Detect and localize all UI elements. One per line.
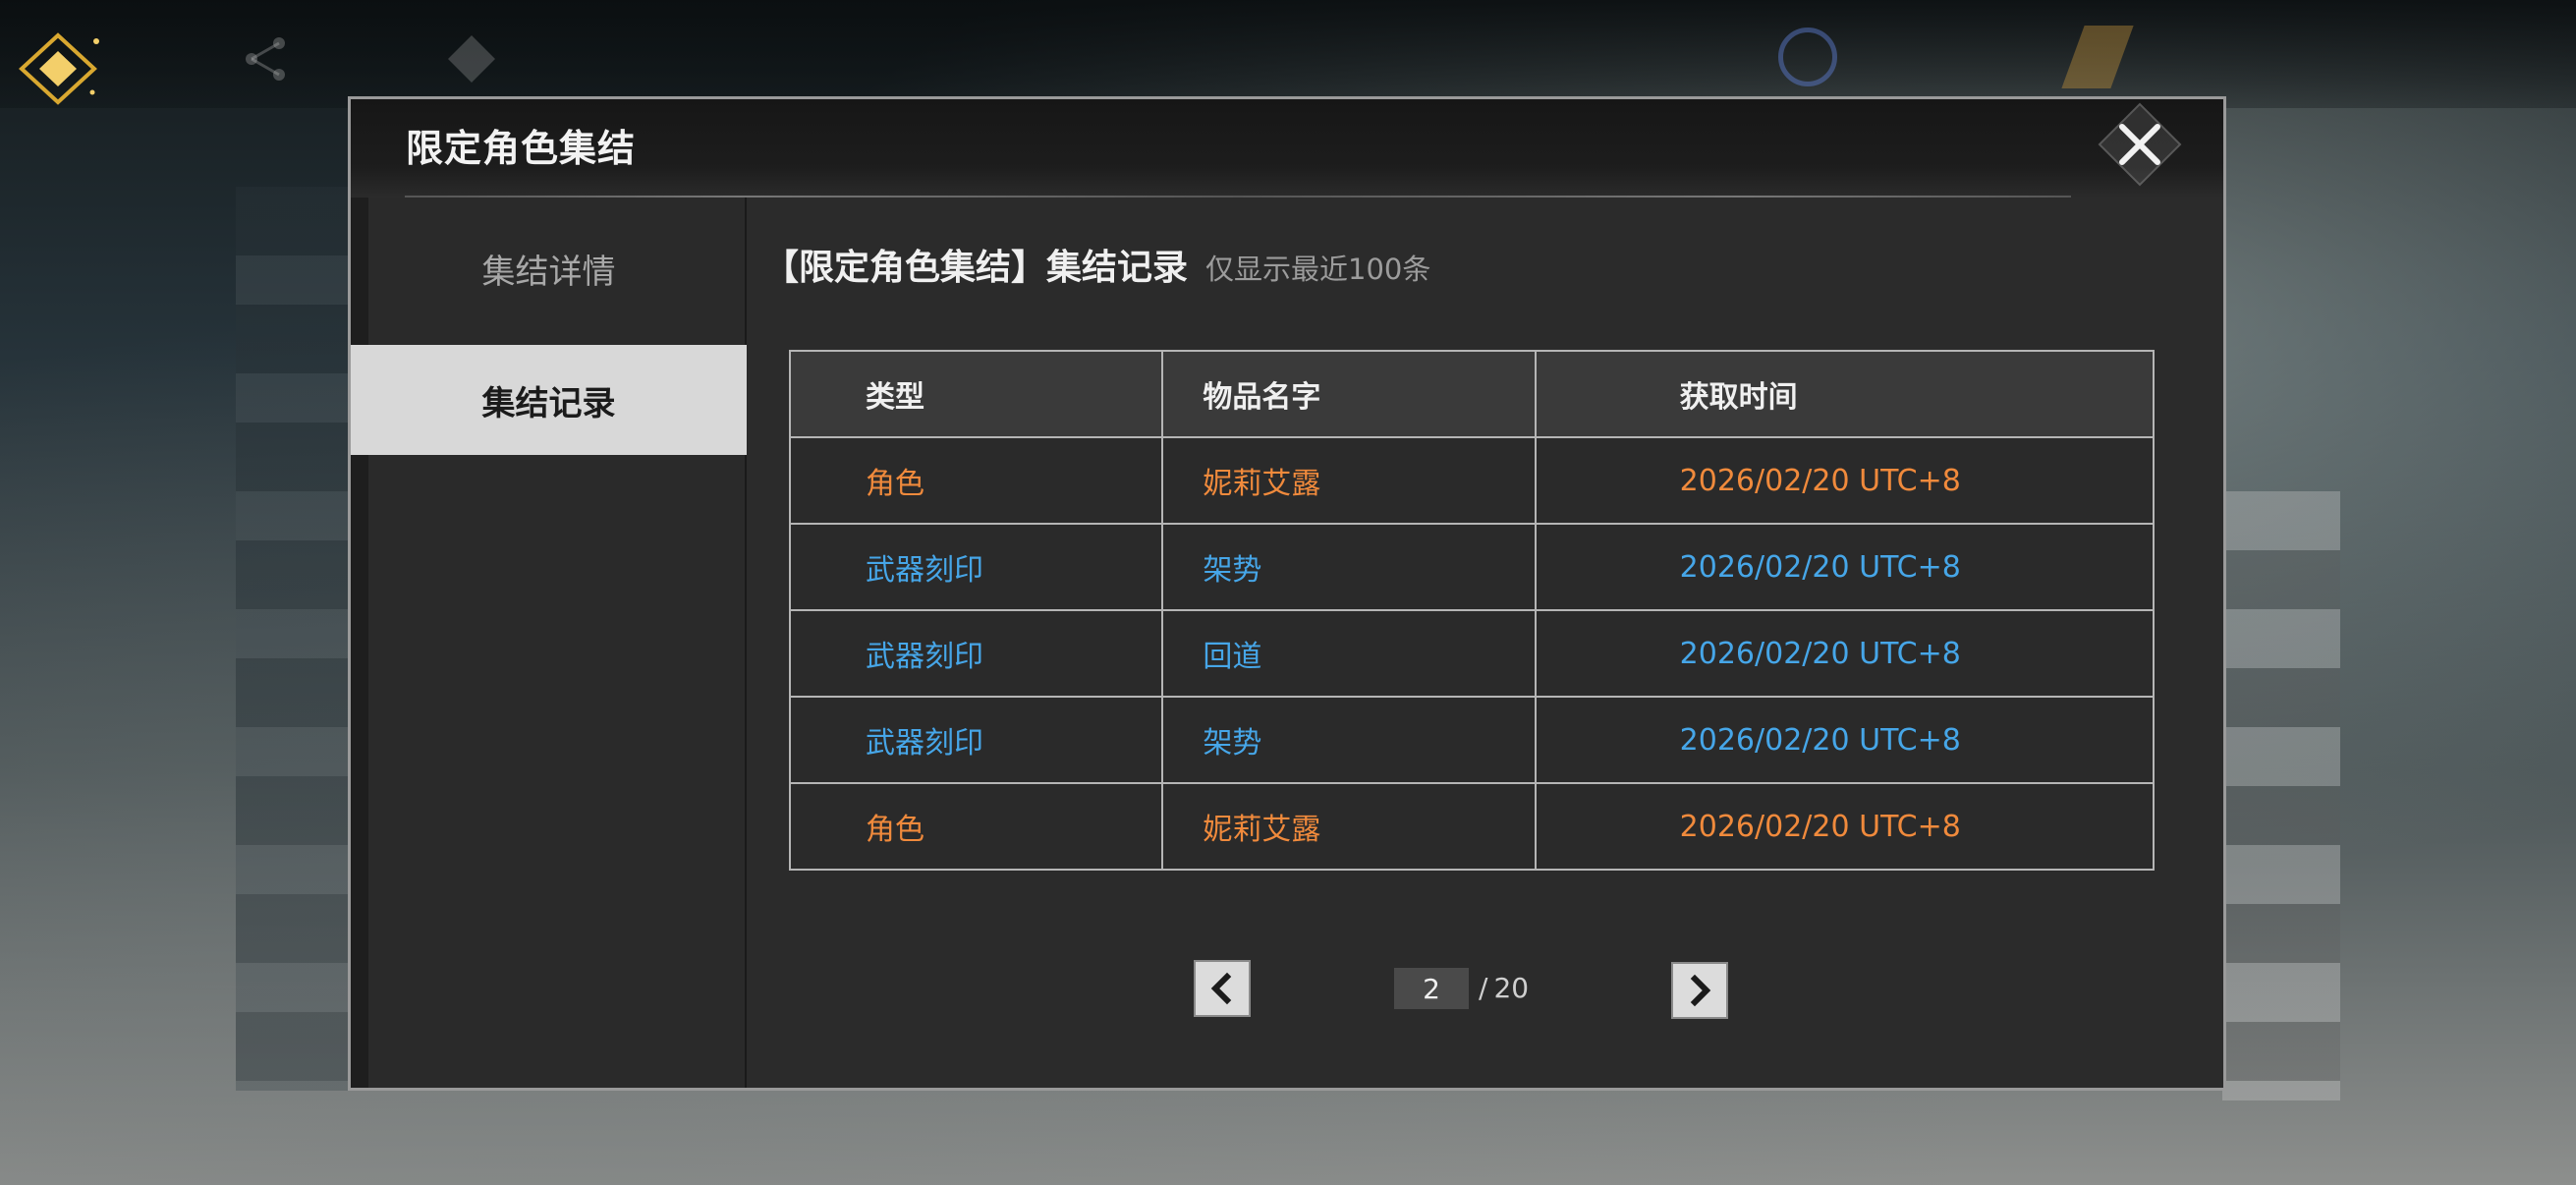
next-page-button[interactable] xyxy=(1671,962,1728,1019)
column-header-time: 获取时间 xyxy=(1534,350,2156,438)
records-note: 仅显示最近100条 xyxy=(1205,253,1431,286)
cell-item-name: 妮莉艾露 xyxy=(1161,782,1537,871)
cell-item-name: 架势 xyxy=(1161,523,1537,611)
cell-type: 武器刻印 xyxy=(788,609,1164,698)
page-total-count: 20 xyxy=(1493,972,1530,1004)
cell-item-name: 回道 xyxy=(1161,609,1537,698)
top-bar xyxy=(0,0,2576,108)
close-icon xyxy=(2119,124,2160,165)
cell-type: 角色 xyxy=(788,782,1164,871)
cell-time: 2026/02/20 UTC+8 xyxy=(1534,782,2156,871)
cell-type: 角色 xyxy=(788,436,1164,525)
cell-time: 2026/02/20 UTC+8 xyxy=(1534,696,2156,784)
cell-time: 2026/02/20 UTC+8 xyxy=(1534,609,2156,698)
background-panel xyxy=(2222,491,2340,1100)
cell-time: 2026/02/20 UTC+8 xyxy=(1534,436,2156,525)
cell-time: 2026/02/20 UTC+8 xyxy=(1534,523,2156,611)
table-row: 武器刻印 架势 2026/02/20 UTC+8 xyxy=(788,523,2156,611)
modal-title: 限定角色集结 xyxy=(406,126,637,170)
share-icon[interactable] xyxy=(236,29,295,88)
page-total: /20 xyxy=(1479,968,1529,1009)
table-row: 角色 妮莉艾露 2026/02/20 UTC+8 xyxy=(788,782,2156,871)
modal-header: 限定角色集结 xyxy=(351,99,2223,198)
records-title: 【限定角色集结】集结记录 xyxy=(763,248,1189,288)
table-row: 武器刻印 回道 2026/02/20 UTC+8 xyxy=(788,609,2156,698)
chevron-right-icon xyxy=(1690,974,1711,1007)
table-row: 角色 妮莉艾露 2026/02/20 UTC+8 xyxy=(788,436,2156,525)
table-header-row: 类型 物品名字 获取时间 xyxy=(788,350,2156,438)
sidebar-item-records[interactable]: 集结记录 xyxy=(351,345,747,455)
table-row: 武器刻印 架势 2026/02/20 UTC+8 xyxy=(788,696,2156,784)
previous-page-button[interactable] xyxy=(1194,960,1251,1017)
records-table: 类型 物品名字 获取时间 角色 妮莉艾露 2026/02/20 UTC+8 武器… xyxy=(788,350,2156,871)
column-header-type: 类型 xyxy=(788,350,1164,438)
page-separator: / xyxy=(1479,972,1488,1004)
background-panel xyxy=(236,187,354,1091)
page-number-input[interactable] xyxy=(1394,968,1469,1009)
column-header-item-name: 物品名字 xyxy=(1161,350,1537,438)
cell-type: 武器刻印 xyxy=(788,696,1164,784)
close-button[interactable] xyxy=(2094,113,2186,176)
currency-icon xyxy=(1778,28,1837,86)
content-heading: 【限定角色集结】集结记录 仅显示最近100条 xyxy=(763,239,1430,298)
cell-type: 武器刻印 xyxy=(788,523,1164,611)
cell-item-name: 妮莉艾露 xyxy=(1161,436,1537,525)
diamond-icon[interactable] xyxy=(442,29,501,88)
cell-item-name: 架势 xyxy=(1161,696,1537,784)
sidebar: 集结详情 集结记录 xyxy=(351,198,747,1088)
gold-diamond-icon[interactable] xyxy=(14,29,102,108)
chevron-left-icon xyxy=(1210,972,1232,1005)
sidebar-item-details[interactable]: 集结详情 xyxy=(351,213,747,323)
gacha-record-modal: 限定角色集结 集结详情 集结记录 【限定角色集结】集结记录 仅显示最近100条 … xyxy=(348,96,2226,1091)
